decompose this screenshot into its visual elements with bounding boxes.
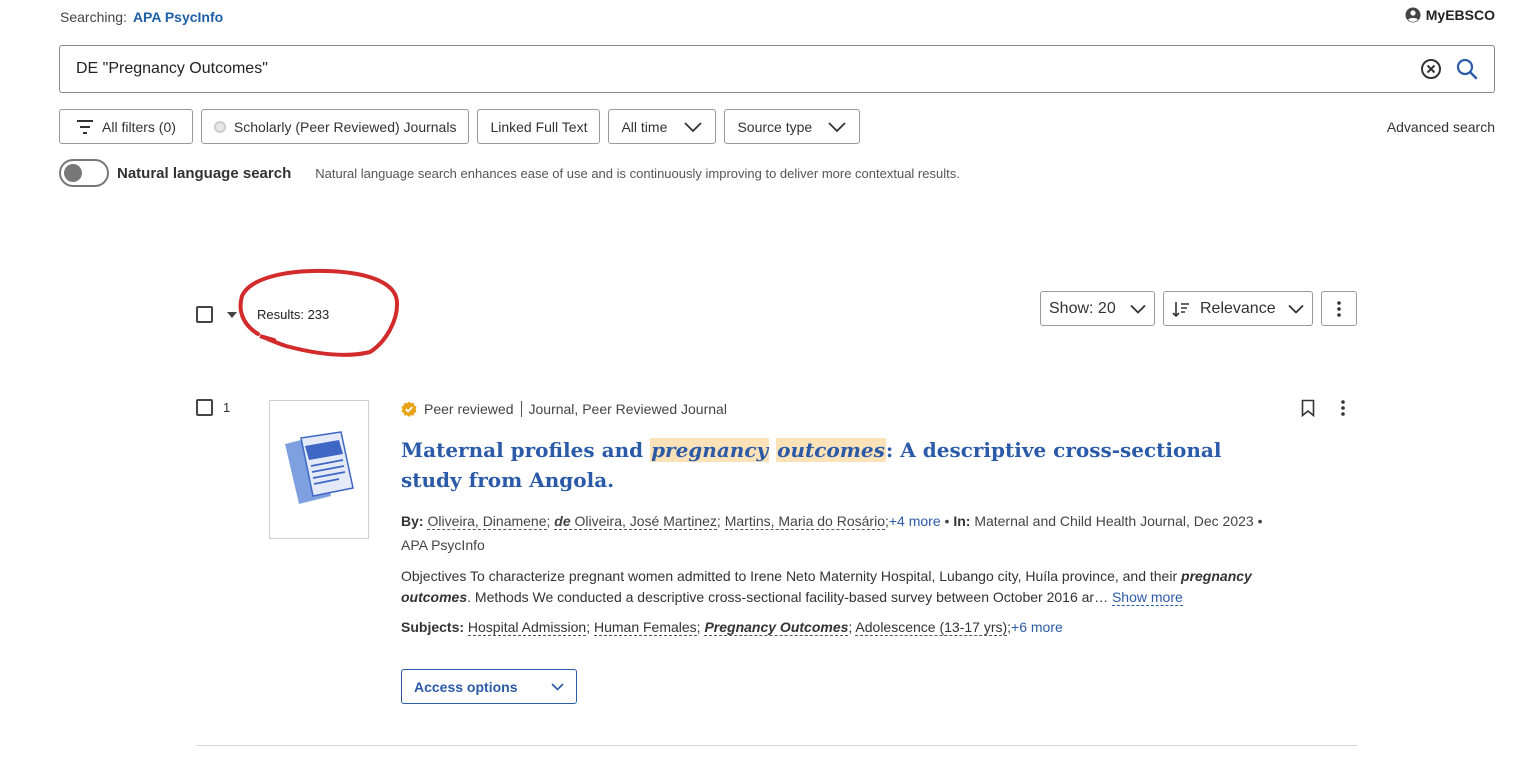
filter-bar: All filters (0) Scholarly (Peer Reviewed… bbox=[59, 109, 861, 144]
scholarly-filter-chip[interactable]: Scholarly (Peer Reviewed) Journals bbox=[200, 109, 470, 144]
results-count: Results: 233 bbox=[257, 307, 330, 322]
filter-icon bbox=[77, 119, 93, 134]
author-prefix: de bbox=[554, 513, 571, 529]
checkmark-badge-icon bbox=[213, 120, 226, 133]
myebsco-button[interactable]: MyEBSCO bbox=[1405, 7, 1495, 23]
search-input[interactable] bbox=[76, 60, 1420, 78]
document-thumbnail-icon bbox=[285, 430, 354, 504]
date-filter-dropdown[interactable]: All time bbox=[608, 109, 717, 144]
user-circle-icon bbox=[1405, 7, 1421, 23]
result-divider bbox=[196, 745, 1357, 746]
source-type-label: Source type bbox=[737, 118, 813, 135]
search-icon[interactable] bbox=[1456, 58, 1478, 80]
date-filter-label: All time bbox=[621, 118, 668, 135]
chevron-down-icon bbox=[551, 682, 564, 691]
sort-dropdown[interactable]: Relevance bbox=[1163, 291, 1313, 326]
result-number: 1 bbox=[223, 400, 231, 415]
linked-full-text-chip[interactable]: Linked Full Text bbox=[477, 109, 601, 144]
abstract-text: . Methods We conducted a descriptive cro… bbox=[467, 589, 1109, 605]
show-count-dropdown[interactable]: Show: 20 bbox=[1040, 291, 1155, 326]
show-more-link[interactable]: Show more bbox=[1111, 589, 1183, 606]
select-menu-caret-icon[interactable] bbox=[227, 311, 237, 318]
all-filters-button[interactable]: All filters (0) bbox=[59, 109, 193, 144]
peer-reviewed-label: Peer reviewed bbox=[424, 401, 514, 417]
myebsco-label: MyEBSCO bbox=[1425, 7, 1495, 23]
abstract-text: Objectives To characterize pregnant wome… bbox=[401, 568, 1182, 584]
subject-link[interactable]: Hospital Admission bbox=[467, 619, 587, 636]
in-label: In: bbox=[953, 513, 971, 529]
sort-icon bbox=[1172, 301, 1189, 317]
natural-language-toggle[interactable] bbox=[59, 159, 109, 187]
searching-label: Searching: bbox=[60, 9, 127, 25]
show-count-label: Show: 20 bbox=[1049, 299, 1116, 317]
searching-indicator: Searching: APA PsycInfo bbox=[60, 9, 223, 25]
title-highlight: pregnancy bbox=[650, 438, 770, 462]
result-database: APA PsycInfo bbox=[401, 537, 485, 553]
bookmark-icon[interactable] bbox=[1301, 399, 1315, 417]
sort-label: Relevance bbox=[1200, 299, 1276, 317]
more-subjects-link[interactable]: +6 more bbox=[1011, 619, 1063, 635]
select-all-checkbox[interactable] bbox=[196, 306, 213, 323]
author-name: Oliveira, José Martinez bbox=[570, 513, 717, 529]
database-link[interactable]: APA PsycInfo bbox=[133, 9, 223, 25]
results-more-options-button[interactable] bbox=[1321, 291, 1357, 326]
by-label: By: bbox=[401, 513, 424, 529]
peer-reviewed-badge-icon bbox=[401, 401, 417, 417]
advanced-search-link[interactable]: Advanced search bbox=[1387, 119, 1495, 135]
result-title-link[interactable]: Maternal profiles and pregnancy outcomes… bbox=[401, 435, 1281, 495]
result-body: Peer reviewed Journal, Peer Reviewed Jou… bbox=[401, 399, 1291, 704]
chevron-down-icon bbox=[1288, 304, 1304, 314]
publication-type: Journal, Peer Reviewed Journal bbox=[528, 401, 727, 417]
title-text: Maternal profiles and bbox=[401, 438, 651, 462]
subject-link[interactable]: Human Females bbox=[593, 619, 697, 636]
result-byline: By: Oliveira, Dinamene; de Oliveira, Jos… bbox=[401, 513, 1263, 553]
subjects-label: Subjects: bbox=[401, 619, 465, 635]
natural-language-row: Natural language search Natural language… bbox=[59, 159, 960, 187]
sort-controls: Show: 20 Relevance bbox=[1040, 291, 1357, 326]
result-subjects: Subjects: Hospital Admission; Human Fema… bbox=[401, 619, 1063, 636]
natural-language-description: Natural language search enhances ease of… bbox=[315, 165, 960, 181]
kebab-icon[interactable] bbox=[1341, 400, 1345, 416]
chevron-down-icon bbox=[684, 121, 703, 132]
author-link[interactable]: Oliveira, Dinamene bbox=[427, 513, 547, 530]
natural-language-label: Natural language search bbox=[117, 164, 292, 182]
results-header: Results: 233 bbox=[196, 306, 329, 323]
source-publication: Maternal and Child Health Journal, Dec 2… bbox=[974, 513, 1254, 529]
chevron-down-icon bbox=[1130, 304, 1146, 314]
author-link[interactable]: de Oliveira, José Martinez bbox=[554, 513, 717, 530]
chevron-down-icon bbox=[828, 121, 847, 132]
meta-divider bbox=[520, 401, 522, 417]
scholarly-label: Scholarly (Peer Reviewed) Journals bbox=[233, 118, 457, 135]
result-checkbox[interactable] bbox=[196, 399, 213, 416]
access-options-label: Access options bbox=[414, 678, 518, 695]
result-thumbnail[interactable] bbox=[269, 400, 369, 539]
title-highlight: outcomes bbox=[776, 438, 886, 462]
result-meta: Peer reviewed Journal, Peer Reviewed Jou… bbox=[401, 399, 1291, 419]
subject-link[interactable]: Pregnancy Outcomes bbox=[704, 619, 849, 636]
kebab-icon bbox=[1337, 300, 1341, 317]
result-abstract: Objectives To characterize pregnant wome… bbox=[401, 566, 1291, 608]
linked-full-text-label: Linked Full Text bbox=[490, 118, 588, 135]
result-index: 1 bbox=[196, 399, 230, 416]
access-options-dropdown[interactable]: Access options bbox=[401, 669, 577, 704]
clear-icon[interactable] bbox=[1420, 58, 1442, 80]
search-bar bbox=[59, 45, 1495, 93]
subject-link[interactable]: Adolescence (13-17 yrs) bbox=[855, 619, 1008, 636]
result-actions bbox=[1301, 399, 1345, 417]
all-filters-label: All filters (0) bbox=[102, 118, 176, 135]
more-authors-link[interactable]: +4 more bbox=[889, 513, 941, 529]
author-link[interactable]: Martins, Maria do Rosário bbox=[724, 513, 885, 530]
source-type-dropdown[interactable]: Source type bbox=[724, 109, 861, 144]
